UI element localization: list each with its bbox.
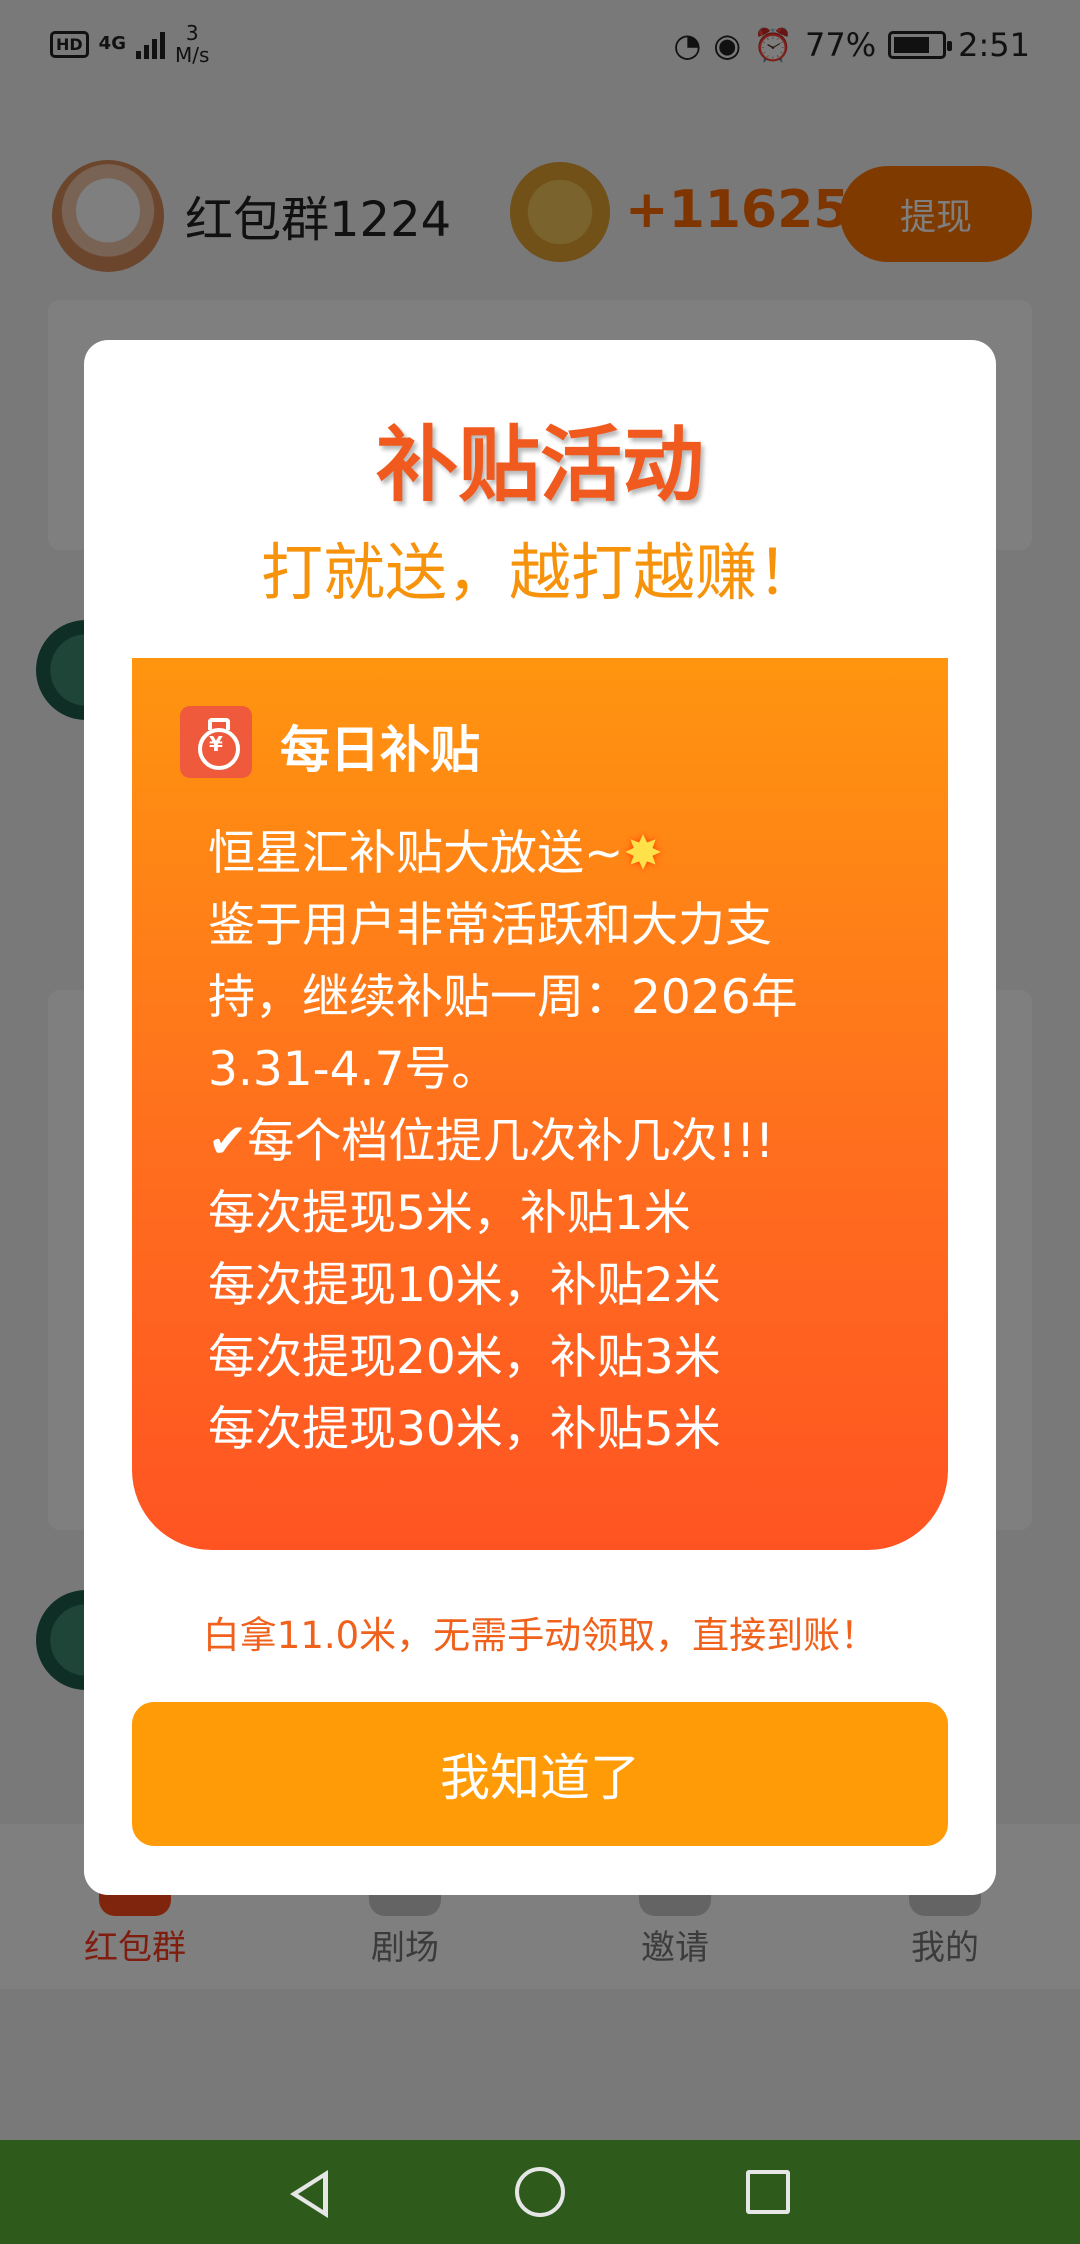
back-icon[interactable] — [290, 2170, 328, 2218]
panel-line: 每次提现10米，补贴2米 — [208, 1258, 721, 1313]
collision-icon: ✸ — [623, 826, 663, 881]
panel-line: 每次提现20米，补贴3米 — [208, 1330, 721, 1385]
panel-line: 持，继续补贴一周：2026年 — [208, 970, 798, 1025]
got-it-button[interactable]: 我知道了 — [132, 1702, 948, 1846]
auto-credit-note: 白拿11.0米，无需手动领取，直接到账！ — [202, 1614, 878, 1657]
home-icon[interactable] — [515, 2167, 565, 2217]
panel-title: 每日补贴 — [280, 721, 480, 779]
panel-line: 每次提现30米，补贴5米 — [208, 1402, 721, 1457]
panel-body: 恒星汇补贴大放送~✸ 鉴于用户非常活跃和大力支 持，继续补贴一周：2026年 3… — [208, 818, 928, 1466]
panel-line: ✔每个档位提几次补几次!!! — [208, 1114, 774, 1169]
money-bag-icon: ¥ — [180, 706, 252, 778]
dialog-subtitle: 打就送，越打越赚！ — [260, 536, 819, 609]
yen-symbol: ¥ — [209, 732, 223, 756]
panel-line: 每次提现5米，补贴1米 — [208, 1186, 691, 1241]
system-nav-bar — [0, 2140, 1080, 2244]
panel-line: 鉴于用户非常活跃和大力支 — [208, 898, 772, 953]
panel-line: 3.31-4.7号。 — [208, 1042, 499, 1097]
recent-apps-icon[interactable] — [746, 2170, 790, 2214]
dialog-title: 补贴活动 — [375, 418, 704, 513]
daily-subsidy-panel: ¥ 每日补贴 恒星汇补贴大放送~✸ 鉴于用户非常活跃和大力支 持，继续补贴一周：… — [132, 658, 948, 1550]
subsidy-dialog: 补贴活动 打就送，越打越赚！ ¥ 每日补贴 恒星汇补贴大放送~✸ 鉴于用户非常活… — [84, 340, 996, 1895]
panel-line-text: 恒星汇补贴大放送~ — [208, 826, 624, 881]
panel-line: 恒星汇补贴大放送~✸ — [208, 818, 928, 890]
